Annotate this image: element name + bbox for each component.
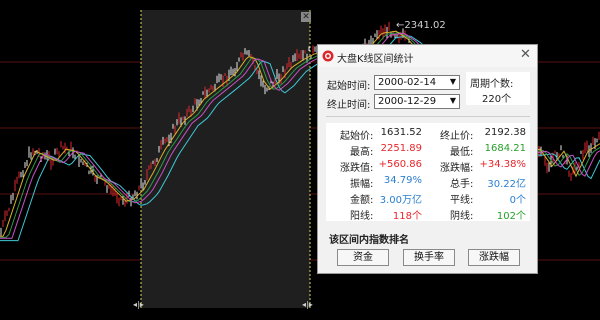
dialog-titlebar: 大盘K线区间统计 ✕	[318, 45, 537, 67]
dialog-title: 大盘K线区间统计	[337, 54, 414, 65]
rank-by-change-button[interactable]: 涨跌幅	[468, 249, 520, 266]
divider	[326, 116, 530, 117]
low-label: 最低:	[450, 147, 474, 158]
stats-panel: 起始价: 1631.52 终止价: 2192.38 最高: 2251.89 最低…	[326, 123, 530, 222]
start-time-select[interactable]: 2000-02-14 ▼	[374, 75, 460, 90]
change-label: 涨跌值:	[340, 163, 374, 174]
chevron-down-icon: ▼	[449, 77, 456, 86]
range-end-handle: ◂|▸	[302, 300, 313, 309]
amplitude-value: 34.79%	[383, 175, 422, 186]
ranking-section-title: 该区间内指数排名	[329, 235, 409, 246]
low-value: 1684.21	[484, 143, 526, 154]
end-time-label: 终止时间:	[327, 100, 371, 111]
interval-stats-dialog: 大盘K线区间统计 ✕ 起始时间: 2000-02-14 ▼ 终止时间: 2000…	[317, 44, 538, 274]
end-time-select[interactable]: 2000-12-29 ▼	[374, 94, 460, 109]
end-price-label: 终止价:	[440, 131, 474, 142]
up-count-label: 阳线:	[350, 211, 374, 222]
flat-value: 0个	[509, 195, 526, 206]
close-icon[interactable]: ✕	[520, 48, 531, 62]
amount-label: 金额:	[350, 195, 374, 206]
amplitude-label: 振幅:	[350, 179, 374, 190]
down-count-label: 阴线:	[450, 211, 474, 222]
amount-value: 3.00万亿	[379, 195, 422, 206]
down-count-value: 102个	[496, 211, 526, 222]
rank-by-turnover-button[interactable]: 换手率	[403, 249, 455, 266]
start-price-label: 起始价:	[340, 131, 374, 142]
app-logo-icon	[322, 50, 334, 62]
start-price-value: 1631.52	[380, 127, 422, 138]
high-label: 最高:	[350, 147, 374, 158]
start-time-label: 起始时间:	[327, 81, 371, 92]
peak-value-label: ←2341.02	[396, 20, 446, 31]
change-pct-label: 涨跌幅:	[440, 163, 474, 174]
selected-range-band	[141, 10, 310, 308]
period-count-value: 220个	[482, 94, 512, 105]
period-count-label: 周期个数:	[470, 79, 514, 90]
overlay-close-icon[interactable]: ✕	[301, 12, 311, 22]
change-pct-value: +34.38%	[479, 159, 526, 170]
chevron-down-icon: ▼	[449, 96, 456, 105]
high-value: 2251.89	[380, 143, 422, 154]
period-count-box: 周期个数: 220个	[466, 72, 530, 105]
up-count-value: 118个	[392, 211, 422, 222]
end-price-value: 2192.38	[484, 127, 526, 138]
range-start-handle: ◂|▸	[133, 300, 144, 309]
flat-label: 平线:	[450, 195, 474, 206]
rank-by-amount-button[interactable]: 资金	[337, 249, 389, 266]
change-value: +560.86	[378, 159, 422, 170]
volume-label: 总手:	[450, 179, 474, 190]
volume-value: 30.22亿	[487, 179, 526, 190]
